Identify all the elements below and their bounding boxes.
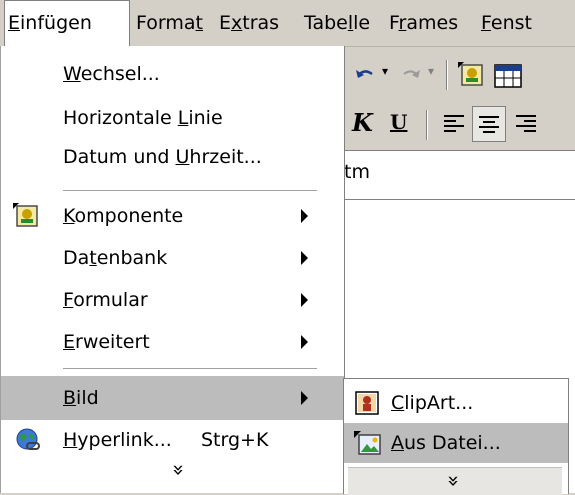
submenu-item-label: ClipArt... xyxy=(391,392,474,414)
submenu-arrow-icon xyxy=(301,251,308,265)
menu-item-label: Formular xyxy=(63,289,148,311)
menubar-label: E xyxy=(219,12,232,34)
menubar-einfuegen[interactable]: Einfügen xyxy=(4,0,130,46)
menubar-label: infügen xyxy=(20,12,92,34)
menu-item-komponente[interactable]: Komponente xyxy=(1,194,344,238)
menu-item-datenbank[interactable]: Datenbank xyxy=(1,236,344,280)
menu-item-label: Bild xyxy=(63,387,99,409)
menubar-tabelle[interactable]: Tabelle xyxy=(304,0,370,46)
shortcut-label: Strg+K xyxy=(201,429,269,451)
table-icon[interactable] xyxy=(494,64,522,88)
toolbar-separator xyxy=(426,110,428,140)
submenu-arrow-icon xyxy=(301,293,308,307)
menu-item-label: Datum und Uhrzeit... xyxy=(63,146,262,168)
underline-button[interactable]: U xyxy=(390,110,407,134)
standard-toolbar: ▾ ▾ xyxy=(342,50,575,100)
menubar-frames[interactable]: Frames xyxy=(389,0,458,46)
menu-item-datum-uhrzeit[interactable]: Datum und Uhrzeit... xyxy=(1,135,344,179)
menubar-label: F xyxy=(389,12,399,34)
mnemonic: E xyxy=(8,12,21,34)
mnemonic: x xyxy=(231,12,243,34)
italic-button[interactable]: K xyxy=(352,108,373,137)
bild-submenu: ClipArt... Aus Datei... » xyxy=(343,378,569,495)
align-right-icon[interactable] xyxy=(514,112,538,136)
align-left-icon[interactable] xyxy=(442,112,466,136)
menubar-label: tras xyxy=(242,12,280,34)
menu-item-label: Komponente xyxy=(63,205,184,227)
document-text-fragment: tm xyxy=(344,161,370,183)
menubar-label: ames xyxy=(406,12,459,34)
menu-item-hyperlink[interactable]: Hyperlink... Strg+K xyxy=(1,418,344,462)
hyperlink-globe-icon xyxy=(16,428,40,450)
insert-menu: Wechsel... Horizontale Linie Datum und U… xyxy=(0,46,345,493)
menu-item-label: Horizontale Linie xyxy=(63,107,223,129)
menu-separator xyxy=(63,368,317,370)
menu-item-wechsel[interactable]: Wechsel... xyxy=(1,52,344,96)
redo-icon[interactable] xyxy=(400,66,422,84)
undo-dropdown-icon[interactable]: ▾ xyxy=(382,64,388,78)
undo-icon[interactable] xyxy=(354,66,376,84)
submenu-arrow-icon xyxy=(301,209,308,223)
submenu-expand-area[interactable]: » xyxy=(348,467,562,495)
align-center-button[interactable] xyxy=(472,106,506,142)
menu-item-erweitert[interactable]: Erweitert xyxy=(1,320,344,364)
submenu-item-aus-datei[interactable]: Aus Datei... xyxy=(344,423,568,463)
menu-item-label: Erweitert xyxy=(63,331,150,353)
clipart-icon xyxy=(355,391,379,415)
menu-item-label: Hyperlink... xyxy=(63,429,172,451)
picture-from-file-icon xyxy=(354,431,381,455)
expand-menu-icon[interactable]: » xyxy=(442,475,466,487)
toolbar-separator xyxy=(446,60,448,90)
expand-menu-icon[interactable]: » xyxy=(167,464,191,476)
format-toolbar: K U xyxy=(342,100,575,150)
mnemonic: F xyxy=(481,12,491,34)
mnemonic: t xyxy=(195,12,203,34)
menubar-label: le xyxy=(353,12,371,34)
document-header: tm xyxy=(342,150,575,200)
menu-item-horizontale-linie[interactable]: Horizontale Linie xyxy=(1,96,344,140)
menubar-fenster[interactable]: Fenst xyxy=(481,0,532,46)
menu-item-label: Datenbank xyxy=(63,247,168,269)
menubar-label: enst xyxy=(490,12,532,34)
submenu-arrow-icon xyxy=(301,335,308,349)
submenu-item-label: Aus Datei... xyxy=(391,432,501,454)
component-icon[interactable] xyxy=(458,62,484,88)
menu-item-bild[interactable]: Bild xyxy=(1,376,344,420)
menu-item-formular[interactable]: Formular xyxy=(1,278,344,322)
menu-bar: Einfügen Format Extras Tabelle Frames Fe… xyxy=(0,0,575,47)
menubar-label: Tabe xyxy=(304,12,348,34)
component-icon xyxy=(13,203,38,227)
menu-item-label: Wechsel... xyxy=(63,63,160,85)
submenu-item-clipart[interactable]: ClipArt... xyxy=(344,383,568,423)
menubar-label: Forma xyxy=(136,12,196,34)
align-center-icon xyxy=(479,116,499,133)
menubar-extras[interactable]: Extras xyxy=(219,0,279,46)
redo-dropdown-icon[interactable]: ▾ xyxy=(428,64,434,78)
menu-separator xyxy=(63,190,317,192)
submenu-arrow-icon xyxy=(301,391,308,405)
menubar-format[interactable]: Format xyxy=(136,0,203,46)
